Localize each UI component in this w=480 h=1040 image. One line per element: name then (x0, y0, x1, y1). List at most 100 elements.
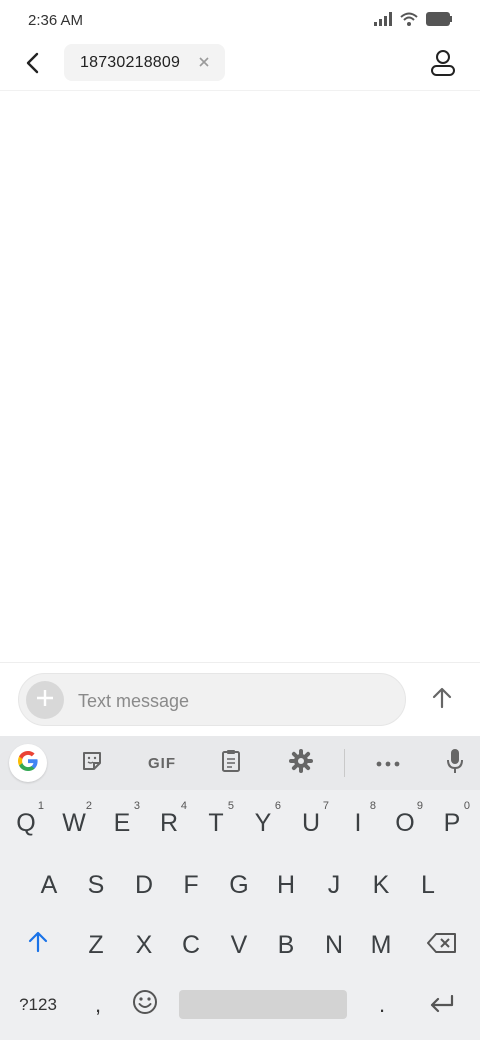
key-label: O (395, 808, 415, 837)
key-w[interactable]: W2 (52, 794, 96, 852)
key-n[interactable]: N (312, 916, 356, 974)
composer-divider (0, 662, 480, 663)
key-label: B (277, 930, 295, 959)
comma-key[interactable]: , (78, 976, 118, 1034)
close-icon[interactable] (197, 55, 211, 69)
key-hint: 6 (274, 800, 281, 812)
key-label: . (378, 992, 386, 1017)
key-label: X (135, 930, 153, 959)
key-hint: 2 (85, 800, 92, 812)
conversation-header: 18730218809 (0, 40, 480, 91)
key-label: Z (88, 930, 104, 959)
key-f[interactable]: F (169, 856, 213, 914)
key-y[interactable]: Y6 (241, 794, 285, 852)
microphone-icon (446, 748, 464, 779)
emoji-icon (132, 989, 158, 1022)
clipboard-icon (221, 749, 241, 778)
add-attachment-button[interactable] (26, 681, 64, 719)
key-label: ?123 (19, 995, 57, 1014)
key-v[interactable]: V (217, 916, 261, 974)
key-m[interactable]: M (359, 916, 403, 974)
enter-icon (429, 991, 455, 1020)
key-label: T (208, 808, 224, 837)
key-u[interactable]: U7 (289, 794, 333, 852)
sticker-icon (81, 750, 103, 777)
key-j[interactable]: J (312, 856, 356, 914)
status-time: 2:36 AM (28, 12, 84, 29)
key-h[interactable]: H (264, 856, 308, 914)
recipient-chip[interactable]: 18730218809 (64, 44, 225, 81)
shift-key[interactable] (8, 916, 68, 974)
key-hint: 0 (463, 800, 470, 812)
more-horizontal-icon (376, 754, 400, 772)
key-hint: 5 (227, 800, 234, 812)
period-key[interactable]: . (362, 976, 402, 1034)
key-s[interactable]: S (74, 856, 118, 914)
key-hint: 3 (133, 800, 140, 812)
send-button[interactable] (424, 682, 460, 718)
gear-icon (289, 748, 313, 778)
key-e[interactable]: E3 (100, 794, 144, 852)
key-r[interactable]: R4 (147, 794, 191, 852)
key-label: Y (254, 808, 272, 837)
key-hint: 4 (180, 800, 187, 812)
google-search-button[interactable] (9, 744, 47, 782)
key-k[interactable]: K (359, 856, 403, 914)
key-a[interactable]: A (27, 856, 71, 914)
shift-arrow-icon (28, 931, 48, 960)
key-label: S (87, 870, 105, 899)
message-list (0, 91, 480, 661)
key-q[interactable]: Q1 (4, 794, 48, 852)
key-label: D (134, 870, 154, 899)
key-x[interactable]: X (122, 916, 166, 974)
sticker-button[interactable] (74, 745, 110, 781)
status-bar: 2:36 AM (0, 0, 480, 40)
clipboard-button[interactable] (213, 745, 249, 781)
key-label: W (62, 808, 86, 837)
gif-button[interactable]: GIF (143, 745, 181, 781)
key-label: K (372, 870, 390, 899)
voice-input-button[interactable] (437, 745, 473, 781)
key-hint: 7 (322, 800, 329, 812)
key-label: N (324, 930, 344, 959)
back-button[interactable] (14, 46, 52, 84)
gif-label: GIF (148, 754, 176, 772)
key-label: H (276, 870, 296, 899)
key-b[interactable]: B (264, 916, 308, 974)
backspace-key[interactable] (412, 916, 472, 974)
enter-key[interactable] (412, 976, 472, 1034)
contact-button[interactable] (426, 48, 460, 82)
key-z[interactable]: Z (74, 916, 118, 974)
key-label: E (113, 808, 131, 837)
recipient-number: 18730218809 (80, 54, 181, 71)
key-i[interactable]: I8 (336, 794, 380, 852)
symbols-key[interactable]: ?123 (8, 976, 68, 1034)
signal-icon (374, 11, 392, 31)
key-l[interactable]: L (406, 856, 450, 914)
key-d[interactable]: D (122, 856, 166, 914)
status-icons (374, 11, 452, 31)
key-label: P (443, 808, 461, 837)
key-hint: 1 (37, 800, 44, 812)
emoji-key[interactable] (124, 976, 166, 1034)
key-o[interactable]: O9 (383, 794, 427, 852)
key-label: , (94, 992, 102, 1017)
settings-button[interactable] (283, 745, 319, 781)
key-t[interactable]: T5 (194, 794, 238, 852)
key-label: I (354, 808, 362, 837)
key-label: R (159, 808, 179, 837)
key-label: M (370, 930, 392, 959)
message-input[interactable] (76, 682, 390, 720)
more-button[interactable] (370, 745, 406, 781)
key-g[interactable]: G (217, 856, 261, 914)
key-label: Q (16, 808, 36, 837)
key-label: U (301, 808, 321, 837)
google-g-icon (16, 749, 40, 778)
key-label: F (183, 870, 199, 899)
backspace-icon (427, 931, 457, 960)
back-arrow-icon (24, 52, 42, 79)
space-key[interactable] (179, 990, 347, 1019)
key-p[interactable]: P0 (430, 794, 474, 852)
arrow-up-icon (432, 687, 452, 714)
key-c[interactable]: C (169, 916, 213, 974)
